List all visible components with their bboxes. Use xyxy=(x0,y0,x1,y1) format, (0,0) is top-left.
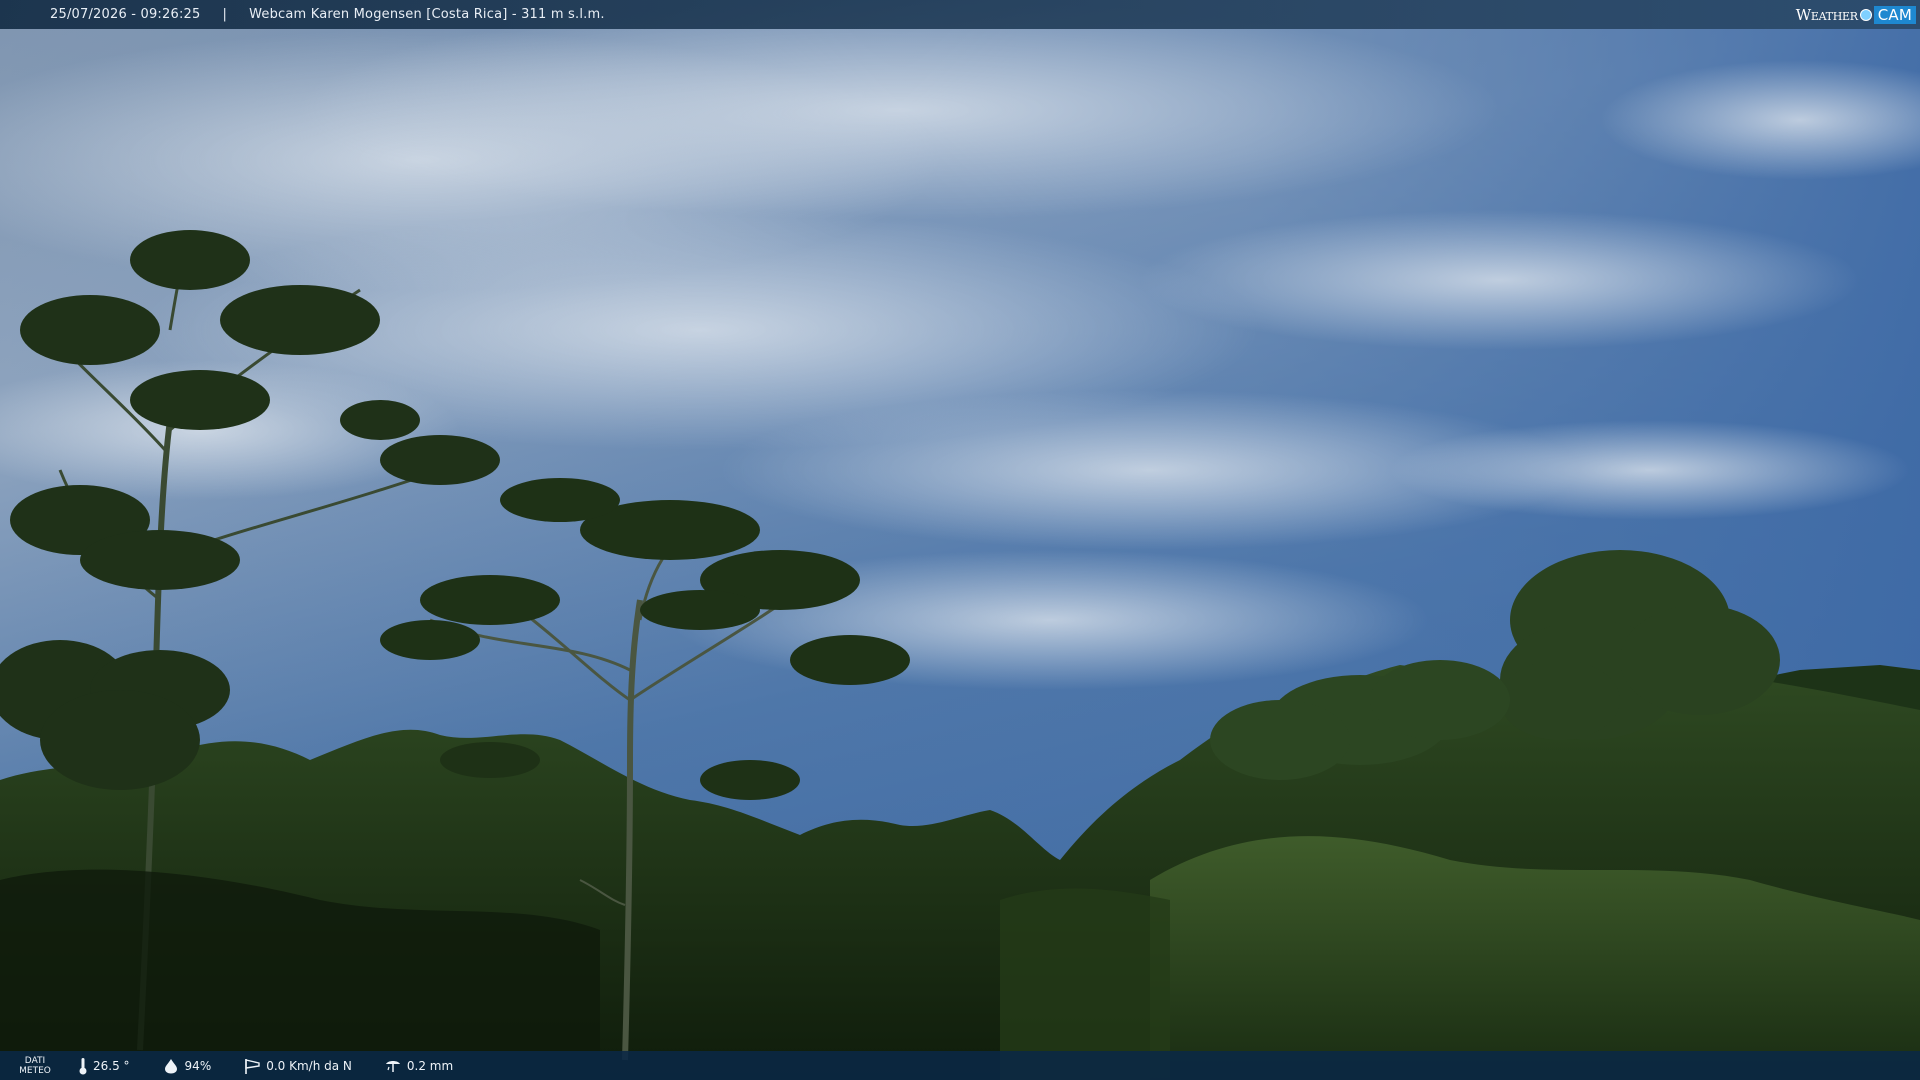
windsock-icon xyxy=(245,1058,260,1074)
weather-data-label: DATI METEO xyxy=(18,1056,52,1076)
webcam-frame: 25/07/2026 - 09:26:25 | Webcam Karen Mog… xyxy=(0,0,1920,1080)
humidity-value: 94% xyxy=(184,1058,212,1073)
logo-dot-icon xyxy=(1859,9,1872,21)
logo-text-cam: CAM xyxy=(1873,6,1916,24)
logo-text-weather: Weather xyxy=(1795,6,1858,24)
webcam-image xyxy=(0,0,1920,1080)
header-separator: | xyxy=(222,7,228,22)
weather-data-label-line1: DATI xyxy=(24,1055,46,1066)
thermometer-icon xyxy=(79,1057,87,1074)
wind-reading: 0.0 Km/h da N xyxy=(243,1057,352,1075)
rain-reading: 0.2 mm xyxy=(384,1058,453,1074)
weather-data-label-line2: METEO xyxy=(19,1065,51,1076)
rain-gauge-icon xyxy=(385,1060,400,1072)
drop-icon xyxy=(164,1058,177,1073)
datetime: 25/07/2026 - 09:26:25 xyxy=(50,7,201,22)
humidity-reading: 94% xyxy=(162,1058,212,1074)
temperature-value: 26.5 ° xyxy=(93,1058,130,1073)
weather-data-bar: DATI METEO 26.5 ° 94% 0.0 Km/h da N 0.2 … xyxy=(0,1051,1920,1080)
page-title: Webcam Karen Mogensen [Costa Rica] - 311… xyxy=(249,7,605,22)
wind-value: 0.0 Km/h da N xyxy=(266,1058,352,1073)
temperature-reading: 26.5 ° xyxy=(78,1057,130,1075)
header-bar: 25/07/2026 - 09:26:25 | Webcam Karen Mog… xyxy=(0,0,1920,29)
weathercam-logo: Weather CAM xyxy=(1796,4,1916,26)
rain-value: 0.2 mm xyxy=(406,1058,454,1073)
